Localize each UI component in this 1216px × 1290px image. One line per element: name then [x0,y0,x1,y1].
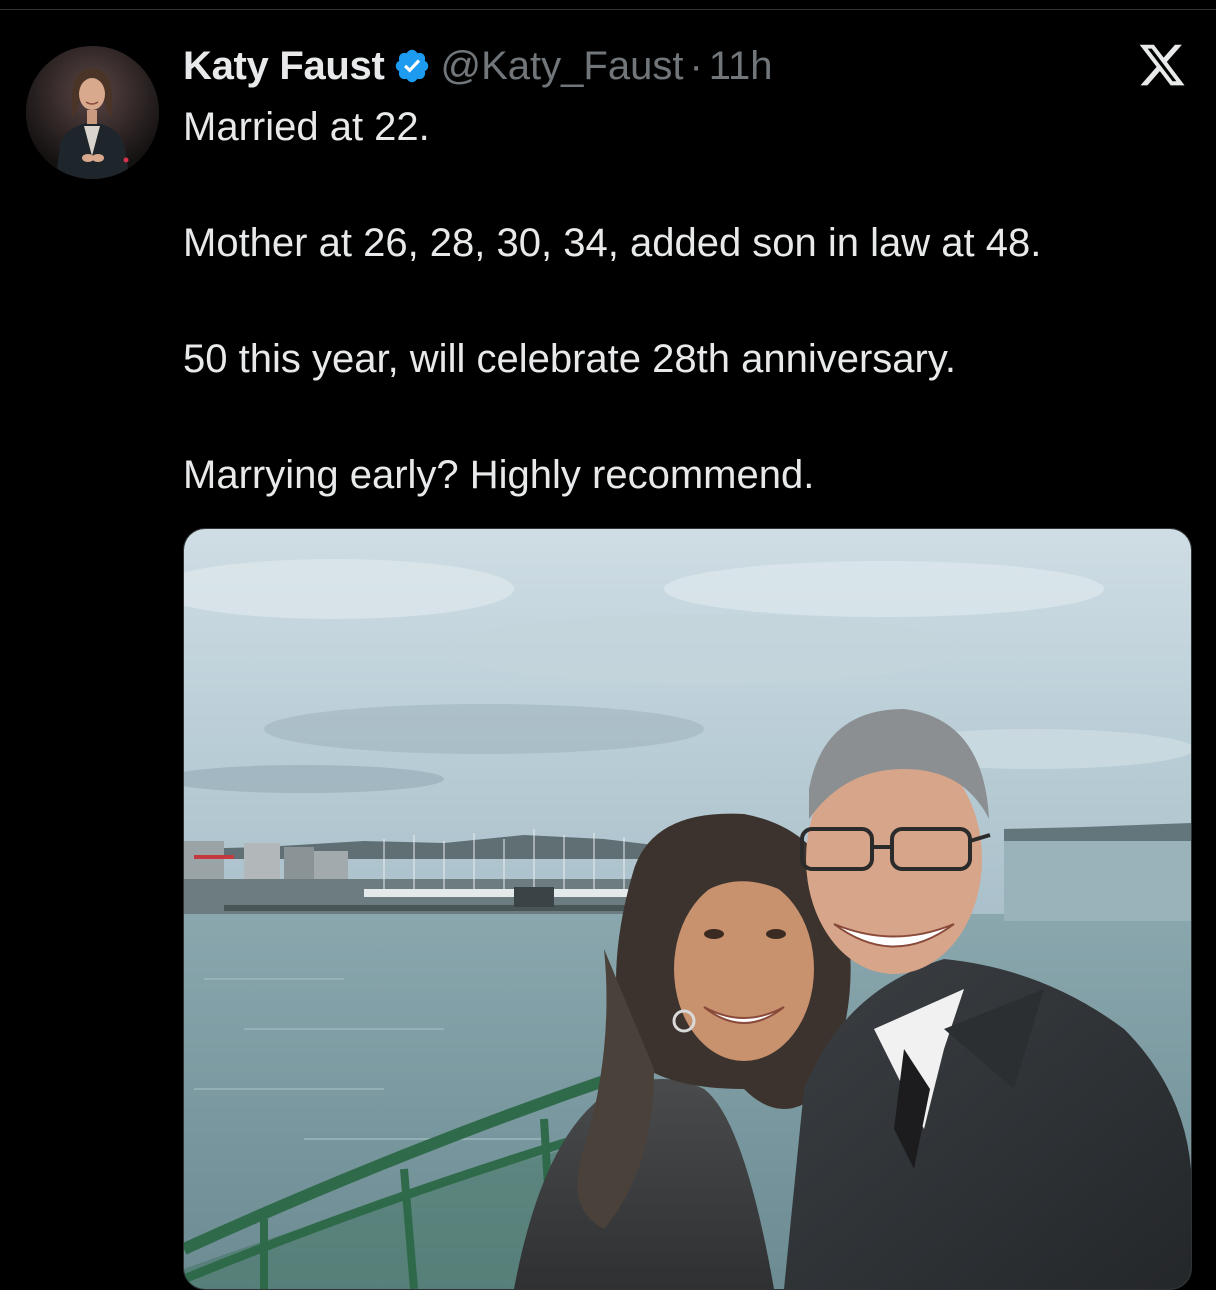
tweet-photo[interactable] [183,528,1192,1290]
x-logo-icon[interactable] [1136,40,1188,90]
tweet-text-line: 50 this year, will celebrate 28th annive… [183,337,956,381]
tweet-timestamp[interactable]: 11h [709,44,773,89]
author-handle[interactable]: @Katy_Faust [441,44,684,89]
author-display-name[interactable]: Katy Faust [183,44,385,89]
separator-dot: · [689,43,703,88]
tweet-text-line: Married at 22. [183,105,430,149]
tweet-text-line: Mother at 26, 28, 30, 34, added son in l… [183,221,1042,265]
verified-badge-icon [393,47,431,85]
author-avatar[interactable] [26,46,159,179]
tweet[interactable]: Katy Faust @Katy_Faust · 11h Married at … [0,0,1216,1290]
tweet-text: Married at 22. Mother at 26, 28, 30, 34,… [183,98,1193,504]
tweet-header: Katy Faust @Katy_Faust · 11h [183,40,773,92]
tweet-text-line: Marrying early? Highly recommend. [183,453,815,497]
